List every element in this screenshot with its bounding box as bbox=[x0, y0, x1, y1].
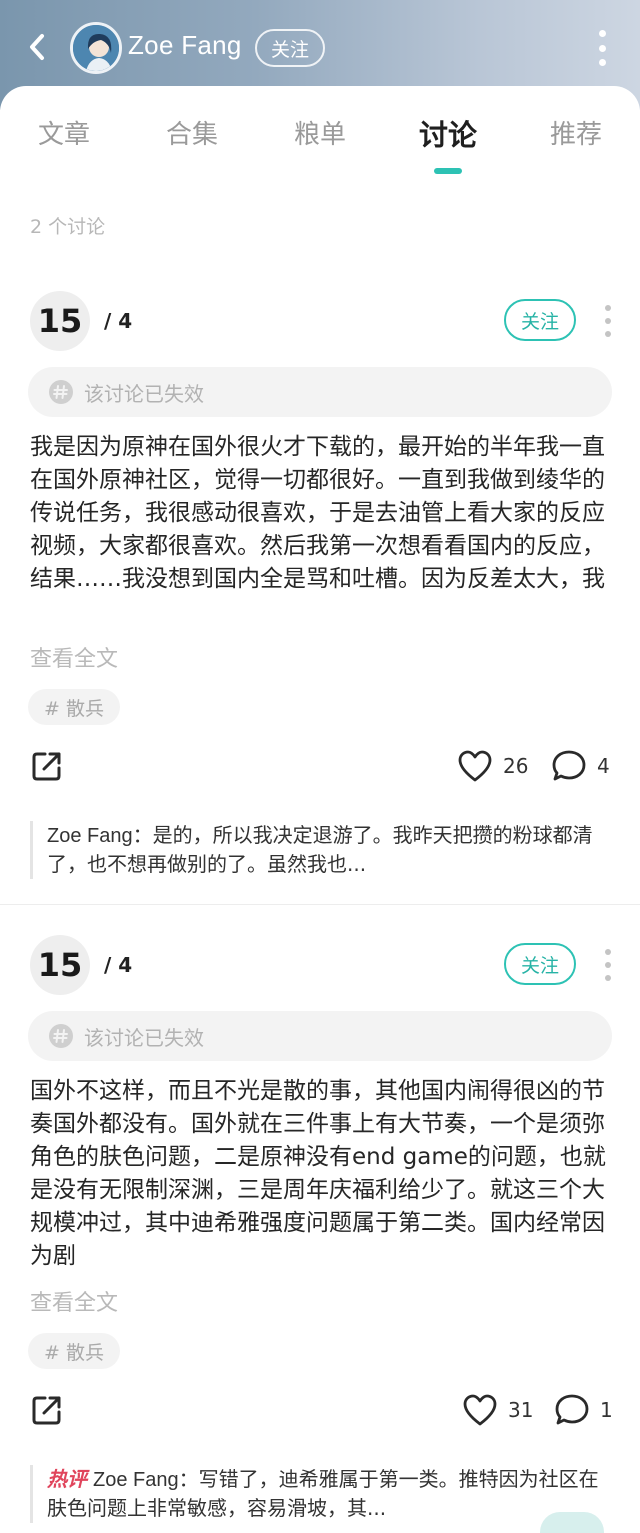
top-reply[interactable]: Zoe Fang：是的，所以我决定退游了。我昨天把攒的粉球都清了，也不想再做别的… bbox=[30, 821, 615, 879]
post-divider bbox=[0, 904, 640, 905]
comment-bubble-icon[interactable] bbox=[554, 1393, 590, 1427]
more-dot bbox=[605, 962, 611, 968]
hashtag-bubble-icon bbox=[49, 380, 73, 404]
header-follow-button[interactable]: 关注 bbox=[255, 29, 325, 67]
heart-icon[interactable] bbox=[462, 1393, 498, 1427]
follow-button[interactable]: 关注 bbox=[504, 943, 576, 985]
tab-lists[interactable]: 粮单 bbox=[275, 114, 365, 151]
invalid-notice-text: 该讨论已失效 bbox=[84, 1025, 204, 1050]
more-dot bbox=[605, 318, 611, 324]
invalid-notice: 该讨论已失效 bbox=[28, 1011, 612, 1061]
more-dot bbox=[605, 305, 611, 311]
avatar-illustration bbox=[73, 25, 119, 71]
read-more-link[interactable]: 查看全文 bbox=[30, 641, 118, 673]
discussion-body[interactable]: 国外不这样，而且不光是散的事，其他国内闹得很凶的节奏国外都没有。国外就在三件事上… bbox=[30, 1075, 615, 1273]
more-dot bbox=[598, 59, 606, 66]
reply-author: Zoe Fang bbox=[47, 825, 133, 847]
comment-count: 1 bbox=[600, 1398, 613, 1422]
hot-comment-badge: 热评 bbox=[47, 1467, 87, 1491]
discussion-count: 2 个讨论 bbox=[30, 216, 106, 238]
share-icon[interactable] bbox=[30, 1393, 64, 1427]
score-badge: 15 bbox=[30, 935, 90, 995]
more-dot bbox=[598, 30, 606, 37]
tab-discussions[interactable]: 讨论 bbox=[403, 112, 493, 154]
post-more-button[interactable] bbox=[602, 949, 614, 981]
score-total: / 4 bbox=[104, 309, 133, 333]
tab-articles[interactable]: 文章 bbox=[19, 114, 109, 151]
tab-collections[interactable]: 合集 bbox=[147, 114, 237, 151]
active-tab-indicator bbox=[434, 168, 462, 174]
discussion-body[interactable]: 我是因为原神在国外很火才下载的，最开始的半年我一直在国外原神社区，觉得一切都很好… bbox=[30, 431, 615, 629]
read-more-link[interactable]: 查看全文 bbox=[30, 1285, 118, 1317]
chevron-left-icon bbox=[30, 34, 44, 60]
floating-action-button[interactable] bbox=[540, 1512, 604, 1533]
share-icon[interactable] bbox=[30, 749, 64, 783]
top-reply[interactable]: 热评 Zoe Fang：写错了，迪希雅属于第一类。推特因为社区在肤色问题上非常敏感… bbox=[30, 1465, 615, 1523]
more-dot bbox=[605, 975, 611, 981]
tab-recommend[interactable]: 推荐 bbox=[531, 114, 621, 151]
topic-tag[interactable]: # 散兵 bbox=[28, 1333, 120, 1369]
invalid-notice-text: 该讨论已失效 bbox=[84, 381, 204, 406]
hashtag-bubble-icon bbox=[49, 1024, 73, 1048]
back-button[interactable] bbox=[22, 30, 52, 64]
invalid-notice: 该讨论已失效 bbox=[28, 367, 612, 417]
more-options-button[interactable] bbox=[590, 28, 614, 68]
score-badge: 15 bbox=[30, 291, 90, 351]
like-count: 26 bbox=[503, 754, 529, 778]
topic-tag[interactable]: # 散兵 bbox=[28, 689, 120, 725]
like-count: 31 bbox=[508, 1398, 534, 1422]
comment-count: 4 bbox=[597, 754, 610, 778]
score-total: / 4 bbox=[104, 953, 133, 977]
post-more-button[interactable] bbox=[602, 305, 614, 337]
more-dot bbox=[598, 44, 606, 52]
follow-button[interactable]: 关注 bbox=[504, 299, 576, 341]
heart-icon[interactable] bbox=[457, 749, 493, 783]
more-dot bbox=[605, 331, 611, 337]
profile-name: Zoe Fang bbox=[128, 30, 242, 60]
avatar[interactable] bbox=[70, 22, 122, 74]
comment-bubble-icon[interactable] bbox=[551, 749, 587, 783]
more-dot bbox=[605, 949, 611, 955]
tab-bar: 文章 合集 粮单 讨论 推荐 bbox=[0, 86, 640, 186]
reply-author: Zoe Fang bbox=[93, 1469, 179, 1491]
